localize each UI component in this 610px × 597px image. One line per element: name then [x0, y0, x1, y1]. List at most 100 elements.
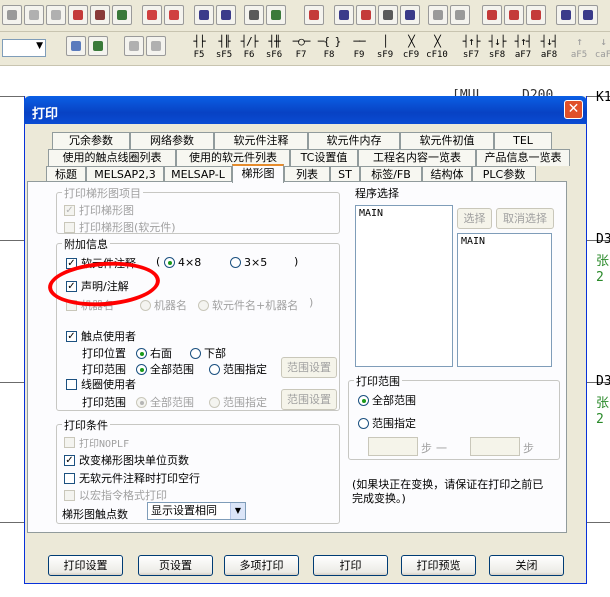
- print-setup-button[interactable]: 打印设置: [48, 555, 123, 576]
- tab[interactable]: 软元件初值: [400, 132, 494, 149]
- comment-icon[interactable]: [356, 5, 376, 25]
- machine-name-checkbox[interactable]: 机器名: [66, 297, 114, 313]
- fkey-button[interactable]: ┤/├ F6: [236, 34, 262, 64]
- step-to-input[interactable]: [470, 437, 520, 456]
- dialog-titlebar[interactable]: 打印 ✕: [24, 96, 587, 124]
- fkey-button[interactable]: ── F9: [346, 34, 372, 64]
- find-step-icon[interactable]: [112, 5, 132, 25]
- find-device-icon[interactable]: [68, 5, 88, 25]
- all-range-main-radio[interactable]: 全部范围: [358, 392, 416, 408]
- print-button[interactable]: 打印: [313, 555, 388, 576]
- size-3x5-radio[interactable]: 3×5: [230, 256, 267, 269]
- undo-icon[interactable]: [24, 5, 44, 25]
- print-preview-button[interactable]: 打印预览: [401, 555, 476, 576]
- below-radio[interactable]: 下部: [190, 345, 226, 361]
- tab[interactable]: 冗余参数: [52, 132, 130, 149]
- coil-all-range-radio[interactable]: 全部范围: [136, 394, 194, 410]
- program-list-right[interactable]: MAIN: [457, 233, 552, 367]
- print-ladder-checkbox[interactable]: ✓ 打印梯形图: [64, 202, 134, 218]
- fkey-button[interactable]: ↓ caF: [590, 34, 610, 64]
- print-noplf-checkbox[interactable]: 打印NOPLF: [64, 435, 129, 450]
- tab[interactable]: TC设置值: [290, 149, 358, 166]
- transfer-setup-icon[interactable]: [526, 5, 546, 25]
- device-batch-icon[interactable]: [578, 5, 598, 25]
- ladder-mode-icon[interactable]: [304, 5, 324, 25]
- tab[interactable]: TEL: [494, 132, 552, 149]
- cross-ref-icon[interactable]: [400, 5, 420, 25]
- range-specify-radio[interactable]: 范围指定: [209, 361, 267, 377]
- tab[interactable]: 工程名内容一览表: [358, 149, 476, 166]
- coil-range-specify-radio[interactable]: 范围指定: [209, 394, 267, 410]
- parameter-icon[interactable]: [88, 36, 108, 56]
- deselect-button[interactable]: 取消选择: [496, 208, 554, 229]
- offline-icon[interactable]: [124, 36, 144, 56]
- online-icon[interactable]: [146, 36, 166, 56]
- fkey-button[interactable]: ─{ } F8: [316, 34, 342, 64]
- macro-format-checkbox[interactable]: 以宏指令格式打印: [64, 487, 167, 503]
- machine-name-radio[interactable]: 机器名: [140, 297, 187, 313]
- range-specify-main-radio[interactable]: 范围指定: [358, 415, 416, 431]
- fkey-label: sF7: [462, 50, 480, 60]
- device-memory-icon[interactable]: [556, 5, 576, 25]
- fkey-button[interactable]: ┤↑┤ aF7: [510, 34, 536, 64]
- step-from-input[interactable]: [368, 437, 418, 456]
- ladder-symbol-icon: ┤/├: [240, 35, 259, 48]
- zoom-in-icon[interactable]: [194, 5, 214, 25]
- cut-icon[interactable]: [2, 5, 22, 25]
- tab[interactable]: 产品信息一览表: [476, 149, 570, 166]
- device-search-icon[interactable]: [378, 5, 398, 25]
- right-side-radio[interactable]: 右面: [136, 345, 172, 361]
- program-list-left[interactable]: MAIN: [355, 205, 453, 367]
- find-instruction-icon[interactable]: [90, 5, 110, 25]
- contacts-select[interactable]: 显示设置相同 ▼: [147, 502, 246, 520]
- fkey-button[interactable]: ┤↓├ sF8: [484, 34, 510, 64]
- fkey-button[interactable]: ┤↑├ sF7: [458, 34, 484, 64]
- print-ladder-device-checkbox[interactable]: 打印梯形图(软元件): [64, 219, 176, 235]
- monitor-icon[interactable]: [244, 5, 264, 25]
- coil-range-settings-button[interactable]: 范围设置: [281, 389, 337, 410]
- contact-user-checkbox[interactable]: ✓ 触点使用者: [66, 328, 136, 344]
- tab[interactable]: 使用的触点线圈列表: [48, 149, 176, 166]
- fkey-button[interactable]: ╳ cF9: [398, 34, 424, 64]
- check-program-icon[interactable]: [504, 5, 524, 25]
- monitor-write-icon[interactable]: [266, 5, 286, 25]
- all-range-radio[interactable]: 全部范围: [136, 361, 194, 377]
- fkey-button[interactable]: ╳ cF10: [424, 34, 450, 64]
- fkey-button[interactable]: ─○─ F7: [288, 34, 314, 64]
- list-item[interactable]: MAIN: [359, 208, 449, 219]
- diagnose-icon[interactable]: [482, 5, 502, 25]
- no-comment-blank-checkbox[interactable]: 无软元件注释时打印空行: [64, 470, 200, 486]
- zoom-out-icon[interactable]: [216, 5, 236, 25]
- coil-user-checkbox[interactable]: 线圈使用者: [66, 376, 136, 392]
- write-icon[interactable]: [142, 5, 162, 25]
- list-mode-icon[interactable]: [334, 5, 354, 25]
- page-setup-button[interactable]: 页设置: [138, 555, 213, 576]
- read-icon[interactable]: [164, 5, 184, 25]
- list-item[interactable]: MAIN: [461, 236, 548, 247]
- project-combo[interactable]: [2, 39, 46, 57]
- device-comment-checkbox[interactable]: ✓ 软元件注释: [66, 255, 136, 271]
- fkey-button[interactable]: ┤↓┤ aF8: [536, 34, 562, 64]
- device-machine-name-radio[interactable]: 软元件名+机器名: [198, 297, 298, 313]
- fkey-button[interactable]: │ sF9: [372, 34, 398, 64]
- multi-print-button[interactable]: 多项打印: [224, 555, 299, 576]
- fkey-button[interactable]: ┤╫ sF6: [261, 34, 287, 64]
- plc-read-icon[interactable]: [428, 5, 448, 25]
- range-settings-button[interactable]: 范围设置: [281, 357, 337, 378]
- close-icon[interactable]: ✕: [564, 100, 583, 119]
- tab[interactable]: 软元件内存: [308, 132, 400, 149]
- fkey-button[interactable]: ↑ aF5: [566, 34, 592, 64]
- program-list-icon[interactable]: [66, 36, 86, 56]
- fkey-button[interactable]: ┤╟ sF5: [211, 34, 237, 64]
- fkey-button[interactable]: ┤├ F5: [186, 34, 212, 64]
- close-button[interactable]: 关闭: [489, 555, 564, 576]
- plc-write-icon[interactable]: [450, 5, 470, 25]
- select-button[interactable]: 选择: [457, 208, 492, 229]
- change-page-units-checkbox[interactable]: ✓ 改变梯形图块单位页数: [64, 452, 189, 468]
- redo-icon[interactable]: [46, 5, 66, 25]
- tab[interactable]: 梯形图: [232, 164, 284, 183]
- statement-note-checkbox[interactable]: ✓ 声明/注解: [66, 278, 129, 294]
- tab[interactable]: 软元件注释: [214, 132, 308, 149]
- tab[interactable]: 网络参数: [130, 132, 214, 149]
- size-4x8-radio[interactable]: 4×8: [164, 256, 201, 269]
